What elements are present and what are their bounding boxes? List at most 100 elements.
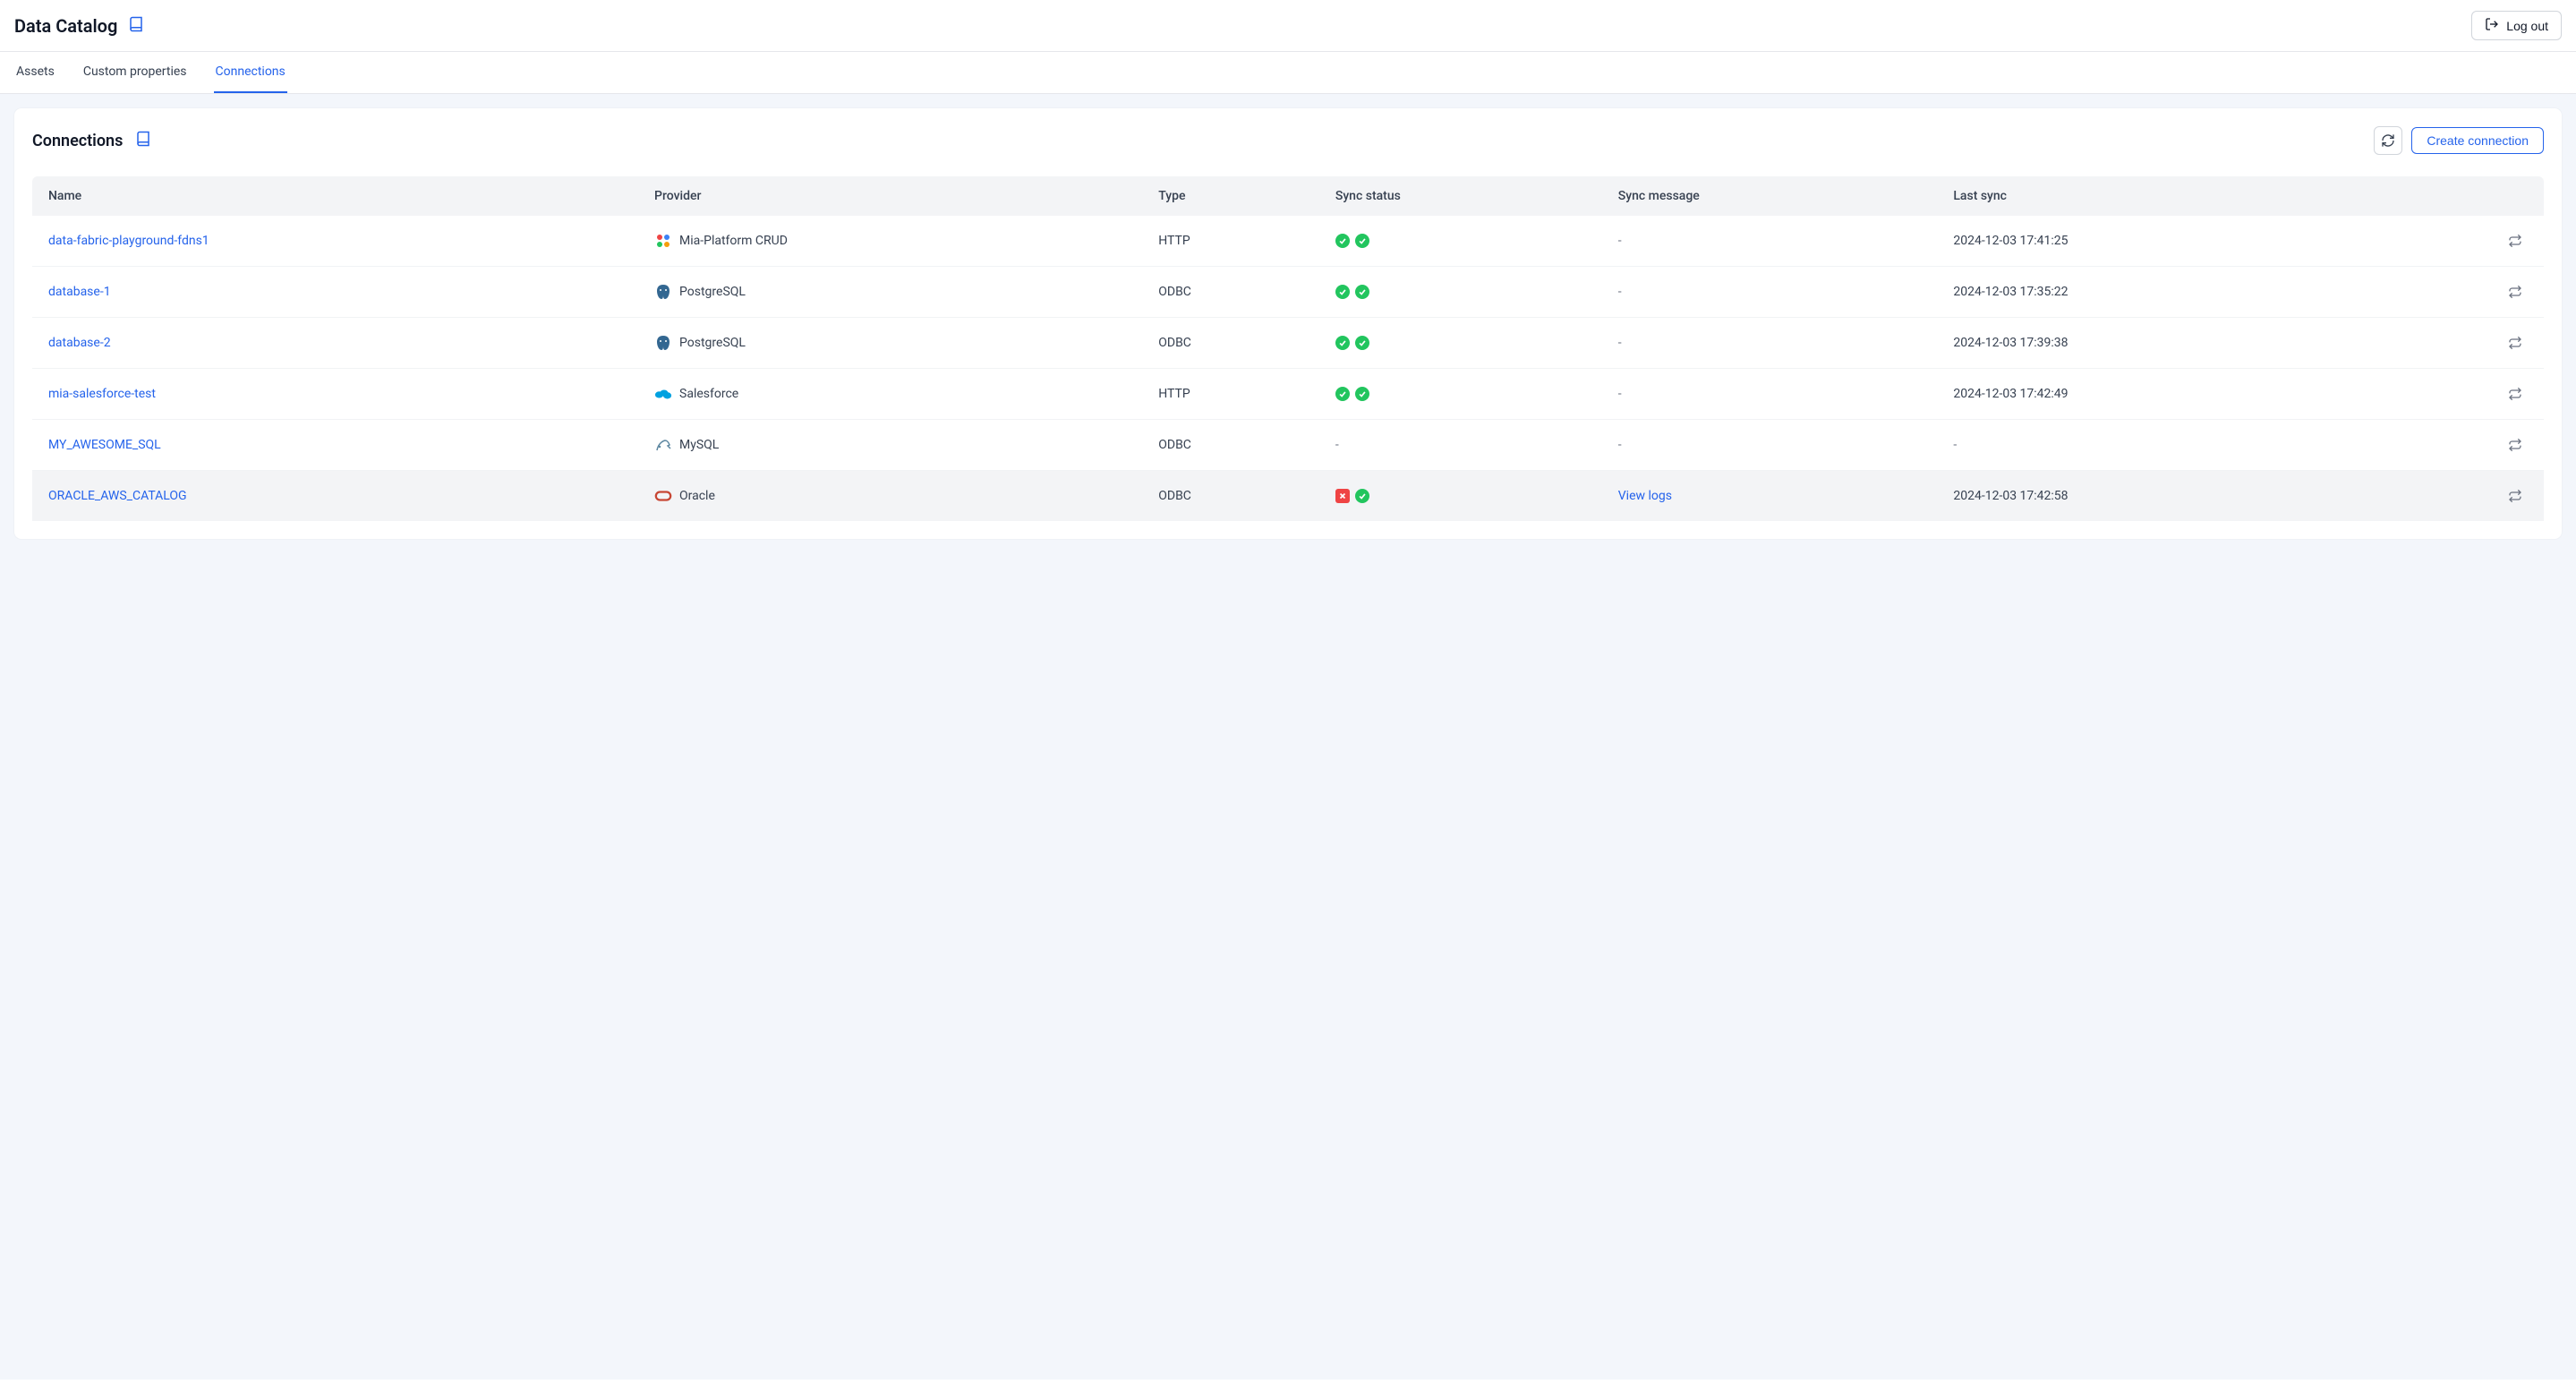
provider-label: PostgreSQL bbox=[679, 336, 746, 350]
header-left: Data Catalog bbox=[14, 15, 144, 37]
row-sync-button[interactable] bbox=[2506, 232, 2524, 250]
connection-name-link[interactable]: MY_AWESOME_SQL bbox=[48, 438, 161, 452]
last-sync-cell: - bbox=[1942, 420, 2386, 471]
col-provider: Provider bbox=[644, 176, 1147, 216]
create-connection-button[interactable]: Create connection bbox=[2411, 127, 2544, 154]
table-header-row: Name Provider Type Sync status Sync mess… bbox=[32, 176, 2544, 216]
col-sync-status: Sync status bbox=[1325, 176, 1608, 216]
sync-message-cell: - bbox=[1608, 420, 1943, 471]
connection-name-link[interactable]: mia-salesforce-test bbox=[48, 387, 156, 401]
logout-icon bbox=[2485, 17, 2499, 34]
tab-custom-properties[interactable]: Custom properties bbox=[81, 52, 189, 93]
provider-cell: Salesforce bbox=[654, 385, 1137, 403]
message-text: - bbox=[1618, 438, 1622, 452]
type-cell: ODBC bbox=[1147, 267, 1325, 318]
status-dash: - bbox=[1335, 438, 1339, 452]
table-row: database-1 PostgreSQL ODBC - 2024-12-03 17:3… bbox=[32, 267, 2544, 318]
sync-status-cell bbox=[1325, 471, 1608, 522]
message-text: - bbox=[1618, 285, 1622, 299]
sync-message-cell: - bbox=[1608, 369, 1943, 420]
sync-status-cell bbox=[1325, 267, 1608, 318]
last-sync-cell: 2024-12-03 17:42:49 bbox=[1942, 369, 2386, 420]
status-ok-icon bbox=[1335, 285, 1350, 299]
card-header-right: Create connection bbox=[2374, 126, 2544, 155]
tab-assets[interactable]: Assets bbox=[14, 52, 56, 93]
provider-label: Oracle bbox=[679, 489, 715, 503]
status-ok-icon bbox=[1355, 234, 1369, 248]
status-ok-icon bbox=[1335, 234, 1350, 248]
connection-name-link[interactable]: database-1 bbox=[48, 285, 111, 299]
card-header: Connections Create connection bbox=[32, 126, 2544, 155]
provider-label: MySQL bbox=[679, 438, 719, 452]
message-text: - bbox=[1618, 387, 1622, 401]
sync-status-cell bbox=[1325, 216, 1608, 267]
last-sync-cell: 2024-12-03 17:42:58 bbox=[1942, 471, 2386, 522]
mia-icon bbox=[654, 232, 672, 250]
table-row: mia-salesforce-test Salesforce HTTP - 2024-1… bbox=[32, 369, 2544, 420]
row-sync-button[interactable] bbox=[2506, 436, 2524, 454]
sync-status-cell bbox=[1325, 369, 1608, 420]
connection-name-link[interactable]: database-2 bbox=[48, 336, 111, 350]
oracle-icon bbox=[654, 487, 672, 505]
status-ok-icon bbox=[1335, 387, 1350, 401]
status-ok-icon bbox=[1355, 336, 1369, 350]
page-title: Data Catalog bbox=[14, 15, 117, 37]
message-text: - bbox=[1618, 234, 1622, 248]
col-last-sync: Last sync bbox=[1942, 176, 2386, 216]
provider-cell: Oracle bbox=[654, 487, 1137, 505]
status-error-icon bbox=[1335, 489, 1350, 503]
row-sync-button[interactable] bbox=[2506, 334, 2524, 352]
status-ok-icon bbox=[1335, 336, 1350, 350]
connections-table: Name Provider Type Sync status Sync mess… bbox=[32, 176, 2544, 521]
app-header: Data Catalog Log out bbox=[0, 0, 2576, 52]
type-cell: ODBC bbox=[1147, 420, 1325, 471]
connection-name-link[interactable]: ORACLE_AWS_CATALOG bbox=[48, 489, 187, 503]
provider-cell: Mia-Platform CRUD bbox=[654, 232, 1137, 250]
table-row: ORACLE_AWS_CATALOG Oracle ODBC View logs 202… bbox=[32, 471, 2544, 522]
sync-message-cell: View logs bbox=[1608, 471, 1943, 522]
sync-message-cell: - bbox=[1608, 216, 1943, 267]
last-sync-cell: 2024-12-03 17:41:25 bbox=[1942, 216, 2386, 267]
col-actions bbox=[2386, 176, 2544, 216]
card-title: Connections bbox=[32, 132, 123, 150]
col-name: Name bbox=[32, 176, 644, 216]
provider-label: PostgreSQL bbox=[679, 285, 746, 299]
message-text: - bbox=[1618, 336, 1622, 350]
page-body: Connections Create connection Name Provi… bbox=[0, 94, 2576, 1380]
status-ok-icon bbox=[1355, 285, 1369, 299]
type-cell: ODBC bbox=[1147, 318, 1325, 369]
view-logs-link[interactable]: View logs bbox=[1618, 489, 1672, 503]
provider-cell: PostgreSQL bbox=[654, 283, 1137, 301]
provider-cell: PostgreSQL bbox=[654, 334, 1137, 352]
sync-status-cell: - bbox=[1325, 420, 1608, 471]
salesforce-icon bbox=[654, 385, 672, 403]
postgres-icon bbox=[654, 334, 672, 352]
connections-card: Connections Create connection Name Provi… bbox=[14, 108, 2562, 539]
tab-connections[interactable]: Connections bbox=[214, 52, 287, 93]
type-cell: HTTP bbox=[1147, 369, 1325, 420]
col-type: Type bbox=[1147, 176, 1325, 216]
logout-button[interactable]: Log out bbox=[2471, 11, 2562, 40]
provider-cell: MySQL bbox=[654, 436, 1137, 454]
sync-message-cell: - bbox=[1608, 318, 1943, 369]
status-ok-icon bbox=[1355, 489, 1369, 503]
logout-label: Log out bbox=[2506, 19, 2548, 33]
provider-label: Mia-Platform CRUD bbox=[679, 234, 788, 248]
last-sync-cell: 2024-12-03 17:35:22 bbox=[1942, 267, 2386, 318]
sync-message-cell: - bbox=[1608, 267, 1943, 318]
status-ok-icon bbox=[1355, 387, 1369, 401]
connection-name-link[interactable]: data-fabric-playground-fdns1 bbox=[48, 234, 209, 248]
type-cell: HTTP bbox=[1147, 216, 1325, 267]
refresh-button[interactable] bbox=[2374, 126, 2402, 155]
book-icon[interactable] bbox=[135, 131, 151, 150]
sync-status-cell bbox=[1325, 318, 1608, 369]
book-icon[interactable] bbox=[128, 16, 144, 36]
row-sync-button[interactable] bbox=[2506, 283, 2524, 301]
postgres-icon bbox=[654, 283, 672, 301]
row-sync-button[interactable] bbox=[2506, 385, 2524, 403]
row-sync-button[interactable] bbox=[2506, 487, 2524, 505]
table-row: database-2PostgreSQLODBC-2024-12-03 17:3… bbox=[32, 318, 2544, 369]
table-row: data-fabric-playground-fdns1 Mia-Platform… bbox=[32, 216, 2544, 267]
type-cell: ODBC bbox=[1147, 471, 1325, 522]
card-header-left: Connections bbox=[32, 131, 151, 150]
